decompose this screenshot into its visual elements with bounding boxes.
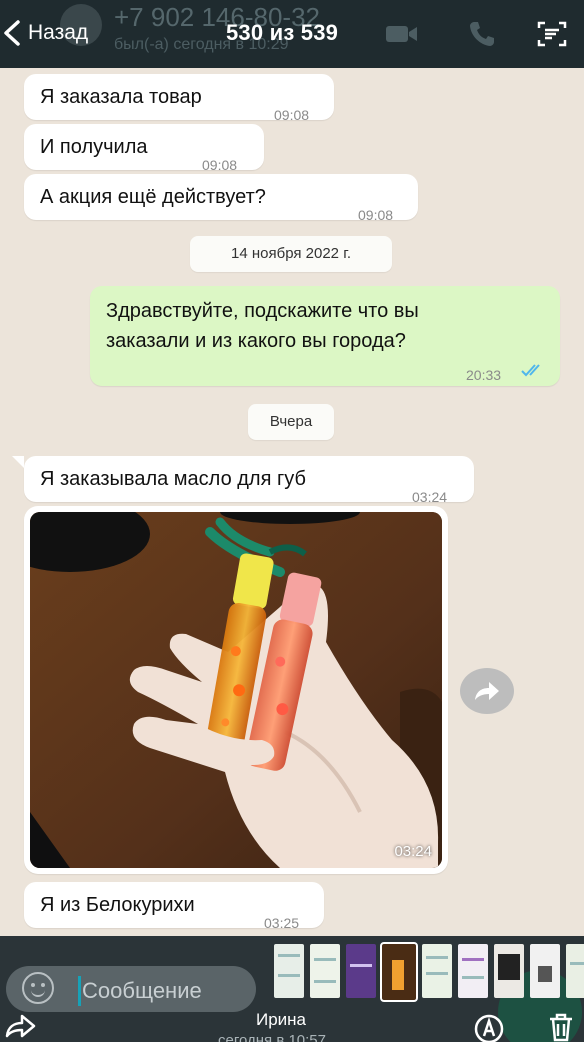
media-thumbnail[interactable] bbox=[566, 944, 584, 998]
message-text: Я из Белокурихи bbox=[40, 894, 195, 916]
video-call-icon[interactable] bbox=[382, 16, 422, 52]
markup-icon[interactable] bbox=[472, 1014, 506, 1042]
message-time: 09:08 bbox=[358, 207, 394, 223]
message-text: Я заказывала масло для губ bbox=[40, 468, 306, 490]
media-thumbnail[interactable] bbox=[422, 944, 452, 998]
sender-status: сегодня в 10:57 bbox=[218, 1032, 326, 1042]
message-text-line1: Здравствуйте, подскажите что вы bbox=[106, 300, 419, 322]
message-bubble[interactable]: Я заказала товар 09:08 bbox=[24, 74, 334, 123]
message-bubble[interactable]: Я заказывала масло для губ 03:24 bbox=[24, 456, 474, 505]
forward-icon bbox=[475, 682, 499, 700]
message-photo[interactable]: 03:24 bbox=[30, 512, 442, 868]
media-thumbnail[interactable] bbox=[458, 944, 488, 998]
message-time: 20:33 bbox=[466, 367, 502, 383]
message-placeholder: Сообщение bbox=[82, 978, 202, 1003]
photo-message[interactable]: 03:24 bbox=[24, 506, 448, 874]
message-text: Я заказала товар bbox=[40, 86, 202, 108]
back-button[interactable]: Назад bbox=[0, 14, 88, 52]
photo-time: 03:24 bbox=[394, 843, 432, 860]
message-time: 03:25 bbox=[264, 915, 300, 931]
media-thumbnail[interactable] bbox=[346, 944, 376, 998]
sender-name: Ирина bbox=[256, 1010, 307, 1029]
media-thumbnail-selected[interactable] bbox=[380, 942, 418, 1002]
read-ticks-icon bbox=[521, 364, 540, 377]
media-thumbnail[interactable] bbox=[494, 944, 524, 998]
media-thumbnail[interactable] bbox=[530, 944, 560, 998]
top-bar: +7 902 146-80-32 был(-а) сегодня в 10:29… bbox=[0, 0, 584, 68]
text-cursor bbox=[78, 976, 81, 1006]
bubble-tail bbox=[12, 456, 24, 468]
back-label: Назад bbox=[28, 21, 89, 44]
date-separator: Вчера bbox=[248, 404, 334, 440]
chevron-left-icon bbox=[4, 20, 20, 46]
forward-button[interactable] bbox=[460, 668, 514, 714]
message-text: И получила bbox=[40, 136, 148, 158]
message-text: А акция ещё действует? bbox=[40, 186, 266, 208]
message-bubble-outgoing[interactable]: Здравствуйте, подскажите что вы заказали… bbox=[90, 286, 560, 386]
message-bubble[interactable]: А акция ещё действует? 09:08 bbox=[24, 174, 418, 223]
share-icon[interactable] bbox=[4, 1014, 38, 1040]
trash-icon[interactable] bbox=[546, 1012, 576, 1042]
emoji-icon[interactable] bbox=[22, 972, 54, 1004]
bottom-bar: Сообщение Ирина сегодня в 10:57 bbox=[0, 936, 584, 1042]
message-text-line2: заказали и из какого вы города? bbox=[106, 330, 406, 352]
media-thumbnail-strip[interactable] bbox=[274, 942, 584, 1002]
phone-icon[interactable] bbox=[462, 16, 502, 52]
media-thumbnail[interactable] bbox=[274, 944, 304, 998]
date-separator: 14 ноября 2022 г. bbox=[190, 236, 392, 272]
media-counter: 530 из 539 bbox=[226, 20, 339, 45]
message-time: 09:08 bbox=[274, 107, 310, 123]
message-bubble[interactable]: Я из Белокурихи 03:25 bbox=[24, 882, 324, 931]
chat-area[interactable]: Я заказала товар 09:08 И получила 09:08 … bbox=[0, 68, 584, 936]
scan-text-icon[interactable] bbox=[532, 16, 572, 52]
media-thumbnail[interactable] bbox=[310, 944, 340, 998]
message-input[interactable]: Сообщение bbox=[6, 966, 256, 1012]
message-bubble[interactable]: И получила 09:08 bbox=[24, 124, 264, 173]
